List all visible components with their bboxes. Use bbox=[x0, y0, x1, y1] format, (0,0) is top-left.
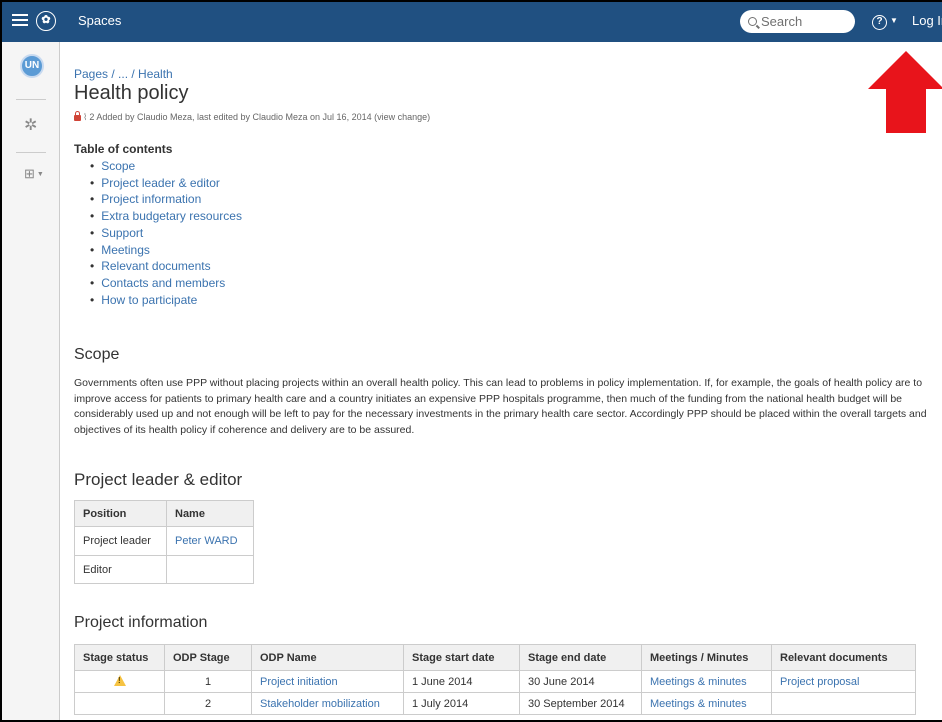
column-header: Stage end date bbox=[519, 644, 642, 671]
table-of-contents: Scope Project leader & editor Project in… bbox=[90, 158, 242, 308]
breadcrumb[interactable]: Pages / ... / Health bbox=[74, 67, 173, 81]
table-cell: 1 June 2014 bbox=[403, 670, 520, 693]
column-header: Stage status bbox=[74, 644, 165, 671]
divider bbox=[16, 152, 46, 153]
spaces-menu[interactable]: Spaces bbox=[72, 13, 127, 28]
column-header: ODP Stage bbox=[164, 644, 252, 671]
arrow-shape bbox=[868, 51, 942, 133]
search-input[interactable]: Search bbox=[740, 10, 855, 33]
page-title: Health policy bbox=[74, 82, 189, 104]
scope-heading: Scope bbox=[74, 346, 120, 363]
person-link[interactable]: Peter WARD bbox=[166, 526, 254, 556]
document-link[interactable] bbox=[771, 692, 916, 715]
column-header: Relevant documents bbox=[771, 644, 916, 671]
column-header: Stage start date bbox=[403, 644, 520, 671]
table-cell: 1 July 2014 bbox=[403, 692, 520, 715]
attachment-icon[interactable]: ⌇ bbox=[83, 112, 87, 122]
table-cell: Project leader bbox=[74, 526, 167, 556]
help-icon: ? bbox=[872, 15, 887, 30]
column-header: ODP Name bbox=[251, 644, 404, 671]
lock-icon[interactable] bbox=[74, 111, 81, 121]
table-row: 1 Project initiation 1 June 2014 30 June… bbox=[74, 670, 916, 693]
column-header: Meetings / Minutes bbox=[641, 644, 772, 671]
project-leader-heading: Project leader & editor bbox=[74, 470, 243, 489]
login-link[interactable]: Log In bbox=[912, 13, 942, 28]
odp-name-link[interactable]: Project initiation bbox=[251, 670, 404, 693]
stage-status-cell bbox=[74, 670, 165, 693]
document-link[interactable]: Project proposal bbox=[771, 670, 916, 693]
toc-link-contacts[interactable]: Contacts and members bbox=[90, 275, 242, 292]
toc-title: Table of contents bbox=[74, 142, 173, 156]
menu-icon[interactable] bbox=[12, 11, 28, 31]
table-cell: 30 June 2014 bbox=[519, 670, 642, 693]
toc-link-meetings[interactable]: Meetings bbox=[90, 242, 242, 259]
gear-icon[interactable]: ✲ bbox=[24, 115, 37, 135]
space-logo-icon[interactable]: UN bbox=[20, 54, 44, 78]
warning-icon bbox=[113, 674, 126, 686]
table-row: Editor bbox=[74, 555, 254, 584]
toc-link-project-leader[interactable]: Project leader & editor bbox=[90, 175, 242, 192]
odp-name-link[interactable]: Stakeholder mobilization bbox=[251, 692, 404, 715]
page-metadata-text: 2 Added by Claudio Meza, last edited by … bbox=[89, 112, 431, 122]
toc-link-how-to-participate[interactable]: How to participate bbox=[90, 292, 242, 309]
meetings-link[interactable]: Meetings & minutes bbox=[641, 670, 772, 693]
chevron-down-icon: ▼ bbox=[36, 171, 44, 179]
scope-paragraph: Governments often use PPP without placin… bbox=[74, 377, 927, 436]
stage-status-cell bbox=[74, 692, 165, 715]
site-logo-icon[interactable]: ✿ bbox=[36, 11, 56, 31]
space-sidebar: UN ✲ ⊞ ▼ bbox=[2, 42, 60, 720]
page-tree-icon[interactable]: ⊞ ▼ bbox=[24, 166, 44, 182]
project-information-heading: Project information bbox=[74, 614, 208, 631]
toc-link-relevant-documents[interactable]: Relevant documents bbox=[90, 258, 242, 275]
toc-link-support[interactable]: Support bbox=[90, 225, 242, 242]
toc-link-scope[interactable]: Scope bbox=[90, 158, 242, 175]
divider bbox=[16, 99, 46, 100]
table-row: 2 Stakeholder mobilization 1 July 2014 3… bbox=[74, 692, 916, 715]
table-cell: Editor bbox=[74, 555, 167, 584]
toc-link-project-information[interactable]: Project information bbox=[90, 191, 242, 208]
column-header: Name bbox=[166, 500, 254, 527]
table-header-row: Stage status ODP Stage ODP Name Stage st… bbox=[74, 644, 916, 671]
table-cell bbox=[166, 555, 254, 584]
toc-link-extra-budgetary[interactable]: Extra budgetary resources bbox=[90, 208, 242, 225]
chevron-down-icon: ▼ bbox=[890, 15, 898, 25]
project-leader-table: Position Name Project leader Peter WARD … bbox=[74, 500, 254, 584]
top-navigation-bar: ✿ Spaces Search ?▼ Log In bbox=[2, 2, 942, 42]
table-cell: 2 bbox=[164, 692, 252, 715]
meetings-link[interactable]: Meetings & minutes bbox=[641, 692, 772, 715]
page-metadata: ⌇ 2 Added by Claudio Meza, last edited by… bbox=[74, 111, 431, 123]
search-icon bbox=[748, 17, 757, 26]
column-header: Position bbox=[74, 500, 167, 527]
help-menu[interactable]: ? ▼ bbox=[872, 11, 898, 30]
table-row: Project leader Peter WARD bbox=[74, 526, 254, 556]
browser-frame: ✿ Spaces Search ?▼ Log In UN ✲ ⊞▼ Pages … bbox=[0, 0, 942, 722]
search-placeholder: Search bbox=[761, 14, 803, 29]
table-cell: 1 bbox=[164, 670, 252, 693]
red-arrow-icon bbox=[868, 51, 942, 133]
table-header-row: Position Name bbox=[74, 500, 254, 527]
table-cell: 30 September 2014 bbox=[519, 692, 642, 715]
project-information-table: Stage status ODP Stage ODP Name Stage st… bbox=[74, 644, 916, 715]
